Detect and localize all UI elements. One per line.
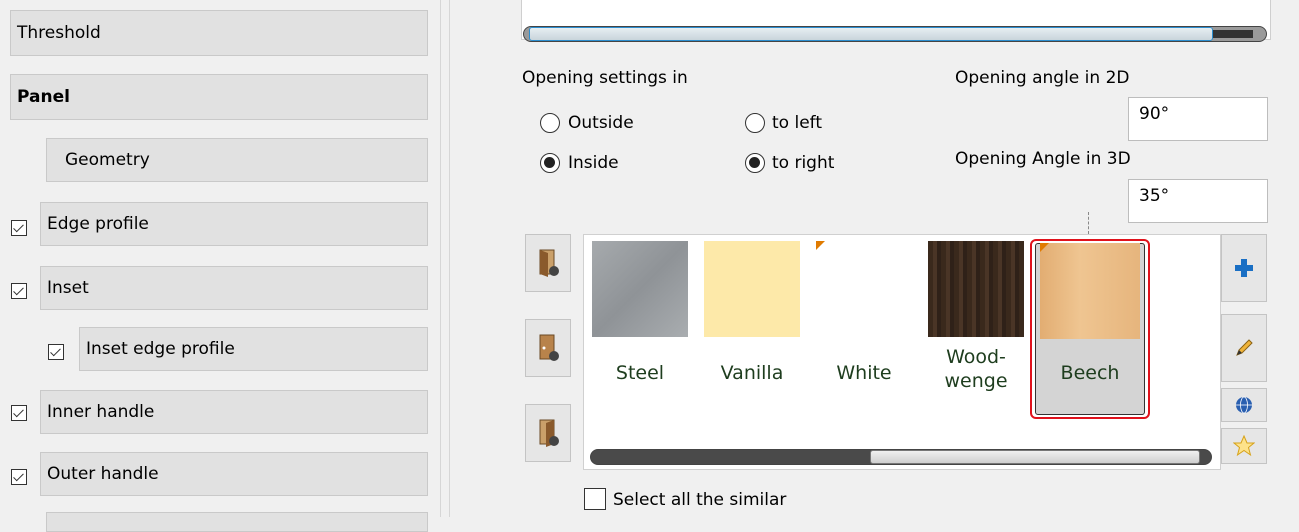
inset-edge-profile-checkbox[interactable]	[48, 344, 64, 360]
angle2d-value: 90°	[1139, 104, 1170, 124]
material-name-vanilla: Vanilla	[720, 362, 784, 384]
favorite-material-button[interactable]	[1221, 428, 1267, 464]
globe-icon	[1236, 396, 1252, 414]
door-open-right-icon	[539, 419, 559, 447]
outside-label: Outside	[568, 113, 634, 133]
door-closed-button[interactable]	[525, 319, 571, 377]
material-name-steel: Steel	[615, 362, 665, 384]
inset-edge-profile-label: Inset edge profile	[86, 339, 235, 359]
angle3d-label: Opening Angle in 3D	[955, 149, 1131, 169]
edge-profile-button[interactable]: Edge profile	[40, 202, 428, 246]
panel-label: Panel	[17, 87, 70, 107]
geometry-label: Geometry	[65, 150, 150, 170]
opening-settings-label: Opening settings in	[522, 68, 688, 88]
outer-handle-button[interactable]: Outer handle	[40, 452, 428, 496]
add-material-button[interactable]	[1221, 234, 1267, 302]
inside-radio[interactable]	[540, 153, 560, 173]
inset-checkbox[interactable]	[11, 283, 27, 299]
inset-label: Inset	[47, 278, 89, 298]
top-scrollbar[interactable]	[523, 26, 1267, 42]
dashed-guide	[1088, 212, 1089, 234]
web-material-button[interactable]	[1221, 388, 1267, 422]
material-name-wood-wenge: Wood- wenge	[944, 346, 1008, 392]
material-swatch-wood-wenge[interactable]	[928, 241, 1024, 337]
door-open-icon	[539, 249, 559, 277]
door-open-left-button[interactable]	[525, 234, 571, 292]
material-swatch-steel[interactable]	[592, 241, 688, 337]
next-item-button[interactable]	[46, 512, 428, 532]
select-all-similar-label: Select all the similar	[613, 490, 787, 510]
to-left-radio[interactable]	[745, 113, 765, 133]
outer-handle-checkbox[interactable]	[11, 469, 27, 485]
inset-button[interactable]: Inset	[40, 266, 428, 310]
star-icon	[1233, 435, 1255, 457]
outer-handle-label: Outer handle	[47, 464, 159, 484]
edge-profile-checkbox[interactable]	[11, 220, 27, 236]
inner-handle-checkbox[interactable]	[11, 405, 27, 421]
geometry-button[interactable]: Geometry	[46, 138, 428, 182]
to-left-label: to left	[772, 113, 823, 133]
material-scrollbar[interactable]	[590, 449, 1212, 465]
door-open-right-button[interactable]	[525, 404, 571, 462]
material-swatch-beech[interactable]	[1040, 243, 1140, 339]
edge-profile-label: Edge profile	[47, 214, 149, 234]
inside-label: Inside	[568, 153, 619, 173]
to-right-radio[interactable]	[745, 153, 765, 173]
material-tag-beech	[1040, 243, 1049, 252]
panel-splitter[interactable]	[440, 0, 450, 517]
angle3d-value: 35°	[1139, 186, 1170, 206]
inner-handle-label: Inner handle	[47, 402, 155, 422]
material-tag-white	[816, 241, 825, 250]
material-scrollbar-thumb[interactable]	[870, 450, 1200, 464]
door-closed-icon	[539, 334, 559, 361]
top-scrollbar-thumb[interactable]	[529, 27, 1213, 41]
angle2d-label: Opening angle in 2D	[955, 68, 1130, 88]
angle2d-input[interactable]: 90°	[1128, 97, 1268, 141]
inner-handle-button[interactable]: Inner handle	[40, 390, 428, 434]
plus-icon	[1235, 259, 1253, 277]
pencil-icon	[1236, 339, 1253, 356]
material-name-beech: Beech	[1060, 362, 1120, 384]
material-name-white: White	[836, 362, 892, 384]
select-all-similar-checkbox[interactable]	[584, 488, 606, 510]
door-settings-panel: Opening settings in Outside Inside to le…	[451, 0, 1299, 517]
material-list: Steel Vanilla White Wood- wenge Beech	[583, 234, 1221, 470]
panel-button[interactable]: Panel	[10, 74, 428, 120]
threshold-button[interactable]: Threshold	[10, 10, 428, 56]
edit-material-button[interactable]	[1221, 314, 1267, 382]
material-swatch-vanilla[interactable]	[704, 241, 800, 337]
angle3d-input[interactable]: 35°	[1128, 179, 1268, 223]
to-right-label: to right	[772, 153, 835, 173]
left-panel: Threshold Panel Geometry Edge profile In…	[0, 0, 440, 532]
outside-radio[interactable]	[540, 113, 560, 133]
inset-edge-profile-button[interactable]: Inset edge profile	[79, 327, 428, 371]
threshold-label: Threshold	[17, 23, 101, 43]
material-swatch-white[interactable]	[816, 241, 912, 337]
